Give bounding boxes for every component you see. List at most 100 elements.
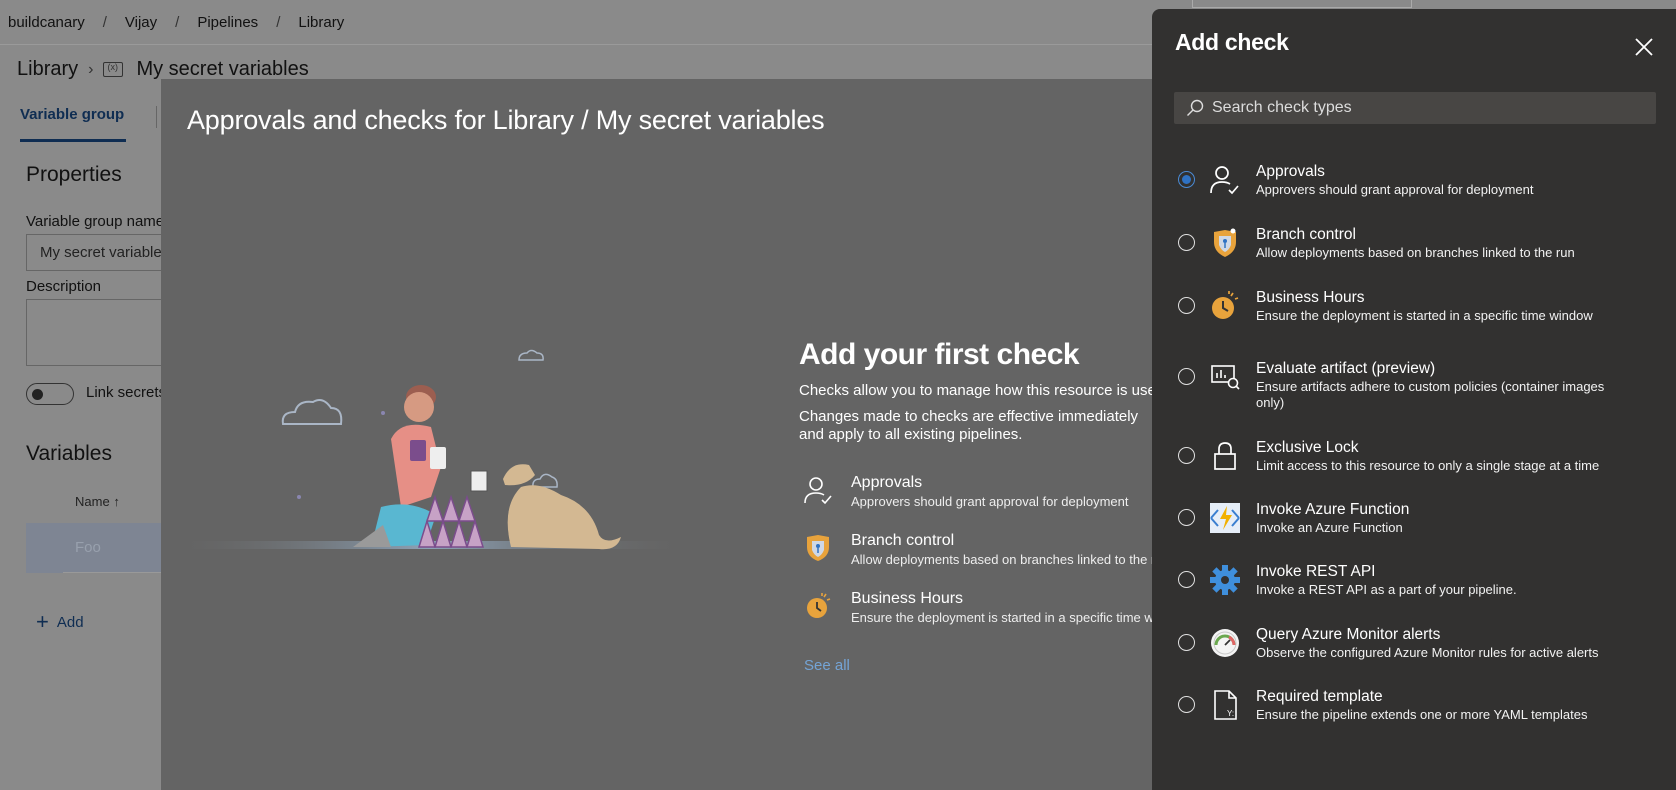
- tab-active-indicator: [20, 139, 126, 142]
- page-section-link[interactable]: Library: [17, 58, 78, 81]
- suggested-check-desc: Allow deployments based on branches link…: [851, 552, 1170, 567]
- radio-button[interactable]: [1178, 571, 1195, 588]
- check-title: Evaluate artifact (preview): [1256, 360, 1436, 377]
- check-option-invoke-rest-api[interactable]: Invoke REST API Invoke a REST API as a p…: [1175, 563, 1655, 614]
- radio-button[interactable]: [1178, 368, 1195, 385]
- row-divider: [63, 572, 163, 573]
- plus-icon: +: [36, 609, 49, 634]
- close-icon[interactable]: [1630, 33, 1658, 61]
- variable-group-icon: [103, 62, 124, 77]
- check-option-approvals[interactable]: Approvals Approvers should grant approva…: [1175, 163, 1655, 214]
- breadcrumb-separator: /: [276, 13, 281, 31]
- global-search-box[interactable]: [1192, 0, 1412, 8]
- dialog-title: Approvals and checks for Library / My se…: [187, 105, 825, 135]
- check-option-exclusive-lock[interactable]: Exclusive Lock Limit access to this reso…: [1175, 439, 1655, 490]
- panel-title: Add check: [1175, 29, 1289, 55]
- description-input[interactable]: [26, 299, 176, 366]
- suggested-check-title: Business Hours: [851, 590, 964, 607]
- check-title: Exclusive Lock: [1256, 439, 1359, 456]
- name-column-header[interactable]: Name ↑: [75, 494, 120, 509]
- check-option-business-hours[interactable]: Business Hours Ensure the deployment is …: [1175, 289, 1655, 340]
- page-title: My secret variables: [136, 58, 309, 80]
- check-description: Limit access to this resource to only a …: [1256, 458, 1600, 473]
- chevron-right-icon: ›: [88, 60, 94, 78]
- empty-state-heading: Add your first check: [799, 338, 1080, 371]
- azure-monitor-icon: [1211, 629, 1239, 657]
- check-option-invoke-azure-function[interactable]: Invoke Azure Function Invoke an Azure Fu…: [1175, 501, 1655, 552]
- breadcrumb-library[interactable]: Library: [298, 14, 344, 31]
- properties-heading: Properties: [26, 163, 122, 186]
- check-title: Invoke Azure Function: [1256, 501, 1410, 518]
- page-breadcrumb: Library › My secret variables: [17, 58, 309, 81]
- check-option-query-azure-monitor[interactable]: Query Azure Monitor alerts Observe the c…: [1175, 626, 1655, 677]
- check-title: Business Hours: [1256, 289, 1365, 306]
- variable-group-name-label: Variable group name: [26, 213, 165, 230]
- gear-icon: [1210, 565, 1240, 595]
- radio-button[interactable]: [1178, 696, 1195, 713]
- branch-control-icon: [1214, 228, 1236, 257]
- breadcrumb-org[interactable]: buildcanary: [8, 14, 85, 31]
- empty-state-text-1: Checks allow you to manage how this reso…: [799, 382, 1165, 399]
- svg-text:Y:: Y:: [1227, 709, 1234, 718]
- radio-button[interactable]: [1178, 171, 1195, 188]
- radio-button[interactable]: [1178, 234, 1195, 251]
- evaluate-artifact-icon: [1211, 365, 1240, 390]
- suggested-check-desc: Ensure the deployment is started in a sp…: [851, 610, 1188, 625]
- approvals-icon: [804, 477, 832, 505]
- add-variable-button[interactable]: + Add: [36, 611, 84, 633]
- check-description: Approvers should grant approval for depl…: [1256, 182, 1534, 197]
- check-title: Branch control: [1256, 226, 1356, 243]
- suggested-check-branch-control[interactable]: Branch control Allow deployments based o…: [803, 532, 1170, 572]
- see-all-link[interactable]: See all: [804, 657, 850, 674]
- check-option-branch-control[interactable]: Branch control Allow deployments based o…: [1175, 226, 1655, 277]
- tab-variable-group[interactable]: Variable group: [20, 106, 124, 123]
- description-label: Description: [26, 278, 102, 295]
- check-option-evaluate-artifact[interactable]: Evaluate artifact (preview) Ensure artif…: [1175, 360, 1655, 411]
- check-title: Required template: [1256, 688, 1383, 705]
- variables-heading: Variables: [26, 442, 112, 465]
- check-description: Ensure artifacts adhere to custom polici…: [1256, 379, 1605, 410]
- check-title: Query Azure Monitor alerts: [1256, 626, 1441, 643]
- name-column-label: Name: [75, 494, 110, 509]
- check-title: Invoke REST API: [1256, 563, 1376, 580]
- approvals-icon: [1210, 166, 1239, 195]
- variable-group-name-input[interactable]: My secret variables: [26, 234, 176, 271]
- branch-control-icon: [807, 535, 829, 561]
- check-description: Ensure the deployment is started in a sp…: [1256, 308, 1593, 323]
- house-of-cards-illustration: [181, 349, 681, 550]
- suggested-check-desc: Approvers should grant approval for depl…: [851, 494, 1129, 509]
- suggested-check-approvals[interactable]: Approvals Approvers should grant approva…: [803, 474, 1163, 514]
- lock-icon: [1214, 442, 1236, 470]
- radio-button[interactable]: [1178, 634, 1195, 651]
- business-hours-icon: [1212, 291, 1239, 319]
- check-description: Invoke a REST API as a part of your pipe…: [1256, 582, 1517, 597]
- arrow-up-icon: ↑: [113, 494, 120, 509]
- add-variable-label: Add: [56, 613, 84, 631]
- breadcrumb-project[interactable]: Vijay: [125, 14, 157, 31]
- suggested-check-title: Branch control: [851, 532, 955, 549]
- add-check-panel: Add check Approvals Approvers should gra…: [1152, 9, 1676, 790]
- check-description: Allow deployments based on branches link…: [1256, 245, 1575, 260]
- search-check-types[interactable]: [1174, 92, 1656, 124]
- table-row[interactable]: Foo: [26, 523, 176, 573]
- approvals-checks-dialog: Approvals and checks for Library / My se…: [161, 79, 1188, 790]
- radio-button[interactable]: [1178, 447, 1195, 464]
- check-description: Observe the configured Azure Monitor rul…: [1256, 645, 1599, 660]
- variable-name-cell: Foo: [75, 539, 101, 556]
- check-option-required-template[interactable]: Y: Required template Ensure the pipeline…: [1175, 688, 1655, 739]
- suggested-check-title: Approvals: [851, 474, 923, 491]
- suggested-check-business-hours[interactable]: Business Hours Ensure the deployment is …: [803, 590, 1188, 630]
- check-title: Approvals: [1256, 163, 1325, 180]
- business-hours-icon: [807, 593, 831, 618]
- radio-button[interactable]: [1178, 509, 1195, 526]
- breadcrumb-separator: /: [175, 13, 180, 31]
- link-secrets-toggle[interactable]: [26, 383, 74, 405]
- radio-button[interactable]: [1178, 297, 1195, 314]
- check-description: Ensure the pipeline extends one or more …: [1256, 707, 1588, 722]
- check-description: Invoke an Azure Function: [1256, 520, 1403, 535]
- breadcrumb-separator: /: [102, 13, 107, 31]
- search-icon: [1187, 99, 1204, 116]
- tab-divider: [156, 106, 157, 128]
- breadcrumb-pipelines[interactable]: Pipelines: [197, 14, 258, 31]
- search-input[interactable]: [1212, 92, 1642, 124]
